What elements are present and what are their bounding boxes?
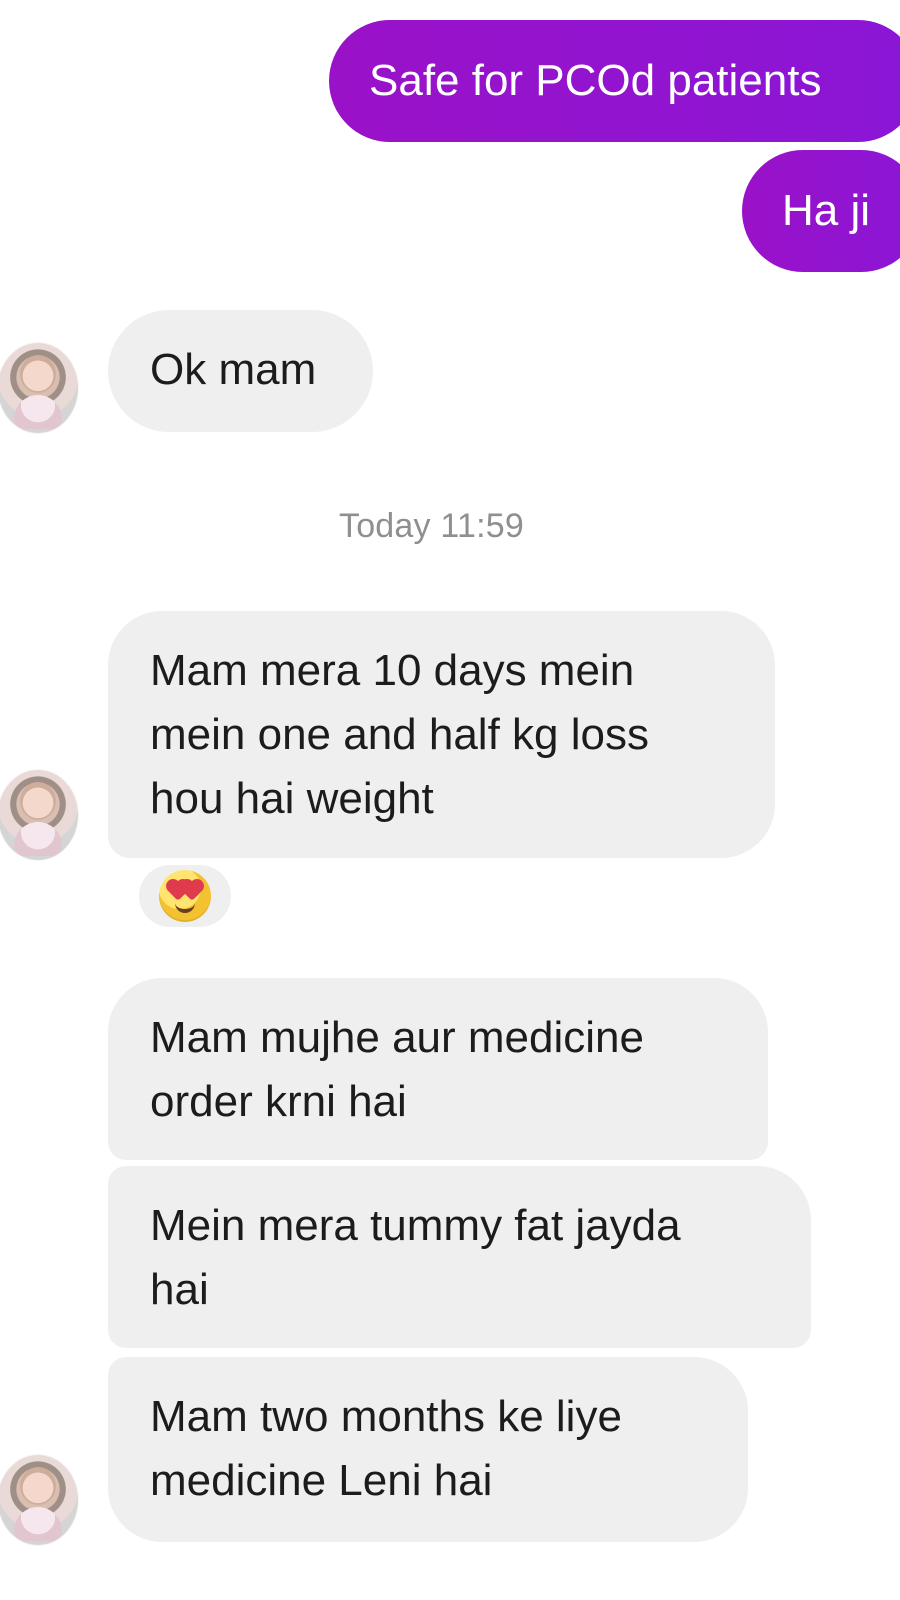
- incoming-message-bubble[interactable]: Mam mera 10 days mein mein one and half …: [108, 611, 775, 858]
- outgoing-message-bubble[interactable]: Ha ji: [742, 150, 900, 272]
- outgoing-message-bubble[interactable]: Safe for PCOd patients: [329, 20, 900, 142]
- heart-eyes-emoji-icon: [159, 870, 211, 922]
- baby-avatar-icon[interactable]: [0, 770, 78, 860]
- message-timestamp: Today 11:59: [339, 507, 524, 545]
- smile-mouth-icon: [175, 899, 195, 913]
- message-reaction[interactable]: [139, 865, 231, 927]
- incoming-message-bubble[interactable]: Ok mam: [108, 310, 373, 432]
- baby-avatar-icon[interactable]: [0, 1455, 78, 1545]
- heart-eye-right-icon: [182, 881, 202, 901]
- incoming-message-bubble[interactable]: Mein mera tummy fat jayda hai: [108, 1166, 811, 1348]
- incoming-message-bubble[interactable]: Mam two months ke liye medicine Leni hai: [108, 1357, 748, 1542]
- baby-avatar-icon[interactable]: [0, 343, 78, 433]
- chat-screen: Safe for PCOd patients Ha ji Ok mam Toda…: [0, 0, 900, 1600]
- incoming-message-bubble[interactable]: Mam mujhe aur medicine order krni hai: [108, 978, 768, 1160]
